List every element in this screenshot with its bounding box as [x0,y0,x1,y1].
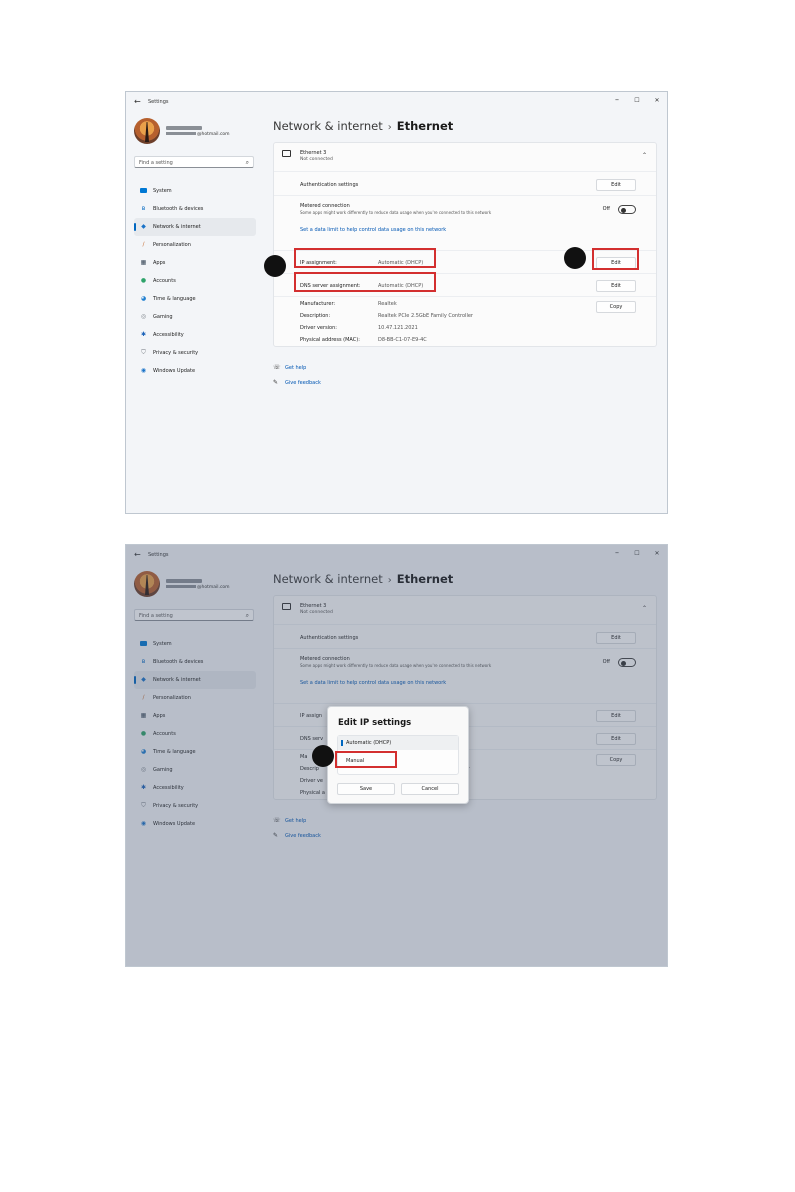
sidebar-item-accessibility[interactable]: ✱ Accessibility [134,326,256,344]
dns-edit-button[interactable]: Edit [596,280,636,292]
shield-icon: ⛉ [141,349,146,356]
manufacturer-label: Manufacturer: [300,301,336,307]
search-placeholder: Find a setting [139,160,173,166]
manual-option-highlight [335,751,397,768]
maximize-button[interactable]: ☐ [630,97,644,104]
dns-assignment-highlight [294,272,436,292]
close-button[interactable]: ✕ [650,97,664,104]
give-feedback-link[interactable]: ✎ Give feedback [273,379,321,386]
description-label: Description: [300,313,331,319]
auth-edit-button[interactable]: Edit [596,179,636,191]
minimize-button[interactable]: – [610,95,624,104]
save-button[interactable]: Save [337,783,395,795]
bluetooth-icon: ʙ [141,205,146,212]
data-limit-link[interactable]: Set a data limit to help control data us… [300,227,446,233]
metered-row: Metered connection Some apps might work … [274,195,656,250]
metered-toggle[interactable] [618,205,636,214]
option-automatic[interactable]: Automatic (DHCP) [338,736,458,750]
back-arrow-icon[interactable]: ← [134,97,141,106]
avatar[interactable] [134,118,160,144]
brush-icon: ∕ [142,241,145,248]
copy-button[interactable]: Copy [596,301,636,313]
sidebar-item-windows-update[interactable]: ◉ Windows Update [134,362,256,380]
sidebar-item-network[interactable]: ◆ Network & internet [134,218,256,236]
driver-value: 10.47.121.2021 [378,325,418,331]
step-marker-3 [312,745,334,767]
auth-label: Authentication settings [300,182,359,188]
edit-button-highlight [592,248,639,270]
get-help-link[interactable]: ☏ Get help [273,364,306,371]
window-title: Settings [148,99,169,105]
step-marker-1 [264,255,286,277]
cancel-button[interactable]: Cancel [401,783,459,795]
sidebar-item-gaming[interactable]: ◎ Gaming [134,308,256,326]
globe-clock-icon: ◕ [140,295,147,302]
description-value: Realtek PCIe 2.5GbE Family Controller [378,313,473,319]
sidebar-item-privacy[interactable]: ⛉ Privacy & security [134,344,256,362]
page-title: Ethernet [396,119,454,133]
sidebar-item-personalization[interactable]: ∕ Personalization [134,236,256,254]
update-icon: ◉ [140,367,147,374]
auth-row: Authentication settings Edit [274,171,656,195]
selection-indicator [134,223,136,231]
dialog-title: Edit IP settings [338,718,412,728]
manufacturer-value: Realtek [378,301,397,307]
apps-icon: ▦ [140,259,147,266]
sidebar-item-apps[interactable]: ▦ Apps [134,254,256,272]
ethernet-panel: Ethernet 3 Not connected ⌃ Authenticatio… [273,142,657,347]
adapter-name: Ethernet 3 [300,150,327,156]
person-icon: ● [140,277,147,284]
mac-value: D8-BB-C1-07-E9-4C [378,337,427,343]
breadcrumb-separator: › [387,122,392,133]
metered-desc: Some apps might work differently to redu… [300,210,492,215]
metered-label: Metered connection [300,203,350,209]
sidebar-nav: System ʙ Bluetooth & devices ◆ Network & i… [134,182,256,380]
sidebar-item-bluetooth[interactable]: ʙ Bluetooth & devices [134,200,256,218]
metered-state: Off [602,206,610,212]
mac-label: Physical address (MAC): [300,337,360,343]
properties-row: Manufacturer: Realtek Description: Realt… [274,296,656,347]
adapter-status: Not connected [300,157,333,162]
wifi-icon: ◆ [141,223,146,230]
sidebar-item-accounts[interactable]: ● Accounts [134,272,256,290]
search-input[interactable]: Find a setting ⌕ [134,156,254,168]
breadcrumb: Network & internet › Ethernet [273,119,453,133]
chevron-up-icon[interactable]: ⌃ [642,152,647,159]
breadcrumb-parent[interactable]: Network & internet [273,119,383,133]
monitor-icon [140,188,147,193]
sidebar-item-system[interactable]: System [134,182,256,200]
user-name-redacted [166,126,202,130]
feedback-icon: ✎ [273,379,279,386]
help-icon: ☏ [273,364,281,371]
ethernet-icon [282,150,291,157]
accessibility-icon: ✱ [140,331,147,338]
adapter-header[interactable]: Ethernet 3 Not connected ⌃ [274,143,656,171]
settings-window-screenshot-1: ← Settings – ☐ ✕ @hotmail.com Find a set… [125,91,668,514]
driver-label: Driver version: [300,325,337,331]
gamepad-icon: ◎ [140,313,147,320]
search-icon: ⌕ [245,159,249,166]
user-email: @hotmail.com [166,132,230,137]
title-bar: ← Settings – ☐ ✕ [126,92,667,114]
ip-assignment-highlight [294,248,436,268]
sidebar-item-time-language[interactable]: ◕ Time & language [134,290,256,308]
step-marker-2 [564,247,586,269]
settings-window-screenshot-2: ← Settings – ☐ ✕ @hotmail.com Find a set… [125,544,668,967]
selected-indicator [341,740,343,746]
